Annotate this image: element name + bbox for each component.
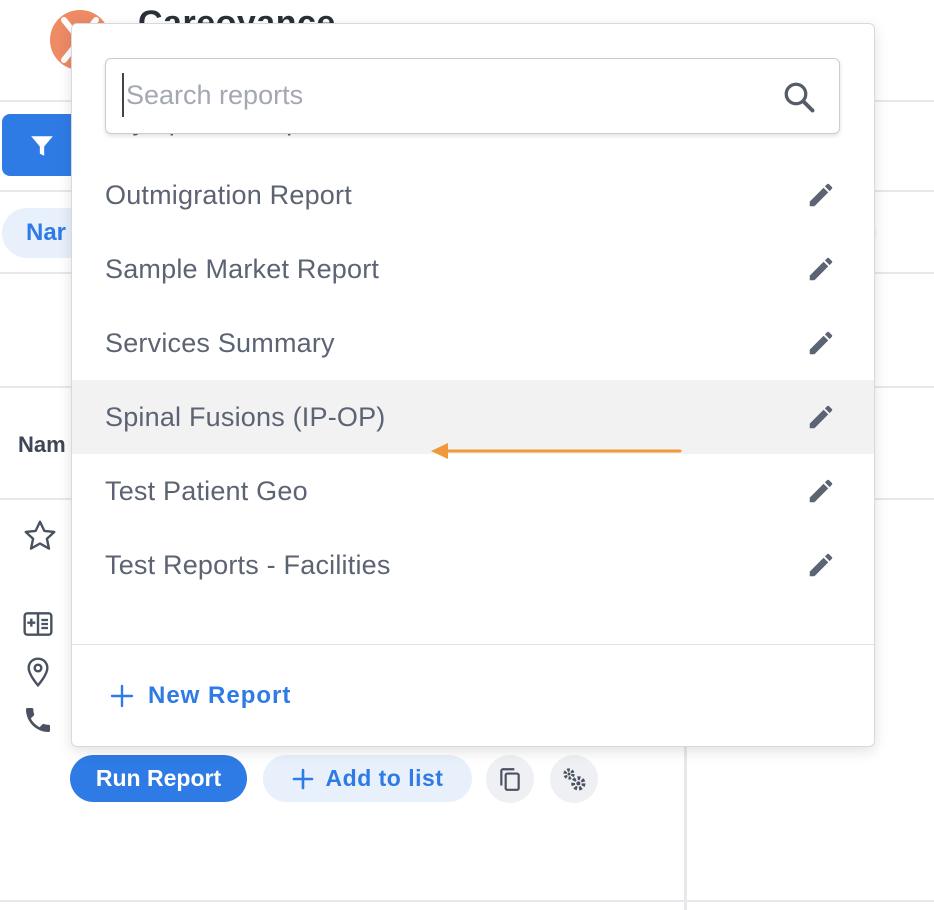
settings-button[interactable] [550, 755, 598, 803]
new-report-label: New Report [148, 682, 292, 709]
report-dropdown: Olympus - Hospital Review Outmigration R… [71, 23, 875, 747]
star-icon[interactable] [22, 518, 58, 554]
pencil-icon[interactable] [806, 254, 836, 284]
copy-icon [500, 768, 520, 791]
pencil-icon[interactable] [806, 180, 836, 210]
location-pin-icon [27, 657, 49, 688]
report-list: Olympus - Hospital Review Outmigration R… [72, 118, 874, 644]
report-name: Sample Market Report [105, 254, 380, 284]
filter-icon [31, 136, 53, 156]
pencil-icon[interactable] [806, 550, 836, 580]
add-to-list-label: Add to list [325, 765, 444, 791]
name-column-header[interactable]: Nam [18, 432, 66, 458]
list-item[interactable]: Services Summary [72, 306, 874, 380]
run-report-button[interactable]: Run Report [70, 755, 247, 802]
report-name: Spinal Fusions (IP-OP) [105, 402, 386, 432]
search-box [105, 58, 840, 134]
search-icon[interactable] [781, 79, 817, 115]
list-item[interactable]: Test Reports - Facilities [72, 528, 874, 602]
gears-icon [563, 768, 586, 791]
new-report-button[interactable]: New Report [110, 676, 291, 716]
report-name: Services Summary [105, 328, 335, 358]
add-to-list-button[interactable]: Add to list [263, 755, 472, 802]
report-name: Test Reports - Facilities [105, 550, 391, 580]
list-item[interactable]: Test Patient Geo [72, 454, 874, 528]
phone-icon [26, 708, 50, 732]
pencil-icon[interactable] [806, 402, 836, 432]
pencil-icon[interactable] [806, 328, 836, 358]
report-name: Outmigration Report [105, 180, 352, 210]
name-chip-label: Nar [26, 219, 67, 246]
plus-icon [110, 684, 134, 708]
copy-button[interactable] [486, 755, 534, 803]
divider [0, 900, 934, 902]
list-item[interactable]: Outmigration Report [72, 158, 874, 232]
annotation-arrow-icon [431, 443, 682, 459]
plus-icon [292, 768, 313, 789]
pencil-icon[interactable] [806, 476, 836, 506]
list-item[interactable]: Sample Market Report [72, 232, 874, 306]
report-name: Test Patient Geo [105, 476, 308, 506]
search-input[interactable] [122, 73, 766, 117]
divider [72, 644, 874, 645]
medical-record-icon [23, 612, 53, 636]
filter-button[interactable] [2, 114, 78, 176]
